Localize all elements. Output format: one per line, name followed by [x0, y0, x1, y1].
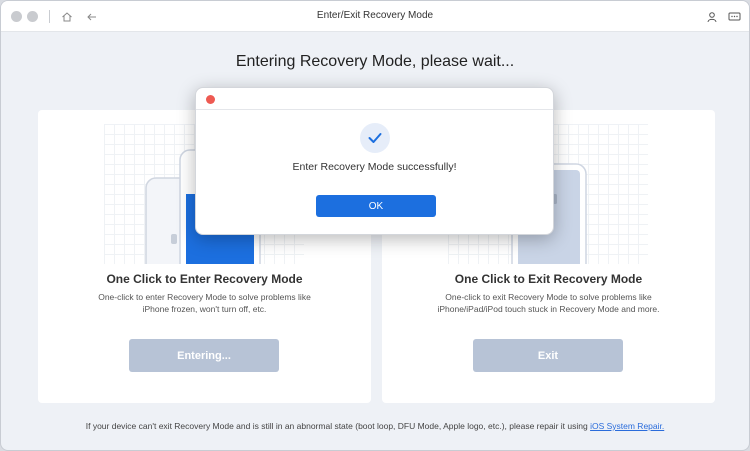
- exit-card-description: One-click to exit Recovery Mode to solve…: [412, 291, 685, 315]
- page-heading: Entering Recovery Mode, please wait...: [235, 53, 515, 70]
- footer-note: If your device can't exit Recovery Mode …: [1, 421, 749, 431]
- dialog-title-bar: [196, 88, 553, 110]
- exit-button[interactable]: Exit: [473, 339, 623, 372]
- ok-button[interactable]: OK: [316, 195, 436, 217]
- app-window: Enter/Exit Recovery Mode Entering Recove…: [0, 0, 750, 451]
- exit-desc-line1: One-click to exit Recovery Mode to solve…: [445, 292, 652, 302]
- window-title: Enter/Exit Recovery Mode: [316, 10, 434, 21]
- enter-desc-line1: One-click to enter Recovery Mode to solv…: [98, 292, 311, 302]
- user-icon[interactable]: [703, 8, 721, 26]
- dialog-message: Enter Recovery Mode successfully!: [292, 161, 457, 173]
- checkmark-icon: [360, 123, 390, 153]
- enter-desc-line2: iPhone frozen, won't turn off, etc.: [142, 304, 267, 314]
- exit-desc-line2: iPhone/iPad/iPod touch stuck in Recovery…: [437, 304, 660, 314]
- enter-card-description: One-click to enter Recovery Mode to solv…: [68, 291, 341, 315]
- title-bar: Enter/Exit Recovery Mode: [1, 1, 749, 32]
- enter-card-title: One Click to Enter Recovery Mode: [106, 272, 303, 286]
- footer-text: If your device can't exit Recovery Mode …: [85, 421, 588, 431]
- exit-card-title: One Click to Exit Recovery Mode: [454, 272, 643, 286]
- entering-button[interactable]: Entering...: [129, 339, 279, 372]
- feedback-icon[interactable]: [725, 8, 743, 26]
- success-dialog: Enter Recovery Mode successfully! OK: [195, 87, 554, 235]
- dialog-close-button[interactable]: [206, 95, 215, 104]
- ios-system-repair-link[interactable]: iOS System Repair.: [590, 421, 664, 431]
